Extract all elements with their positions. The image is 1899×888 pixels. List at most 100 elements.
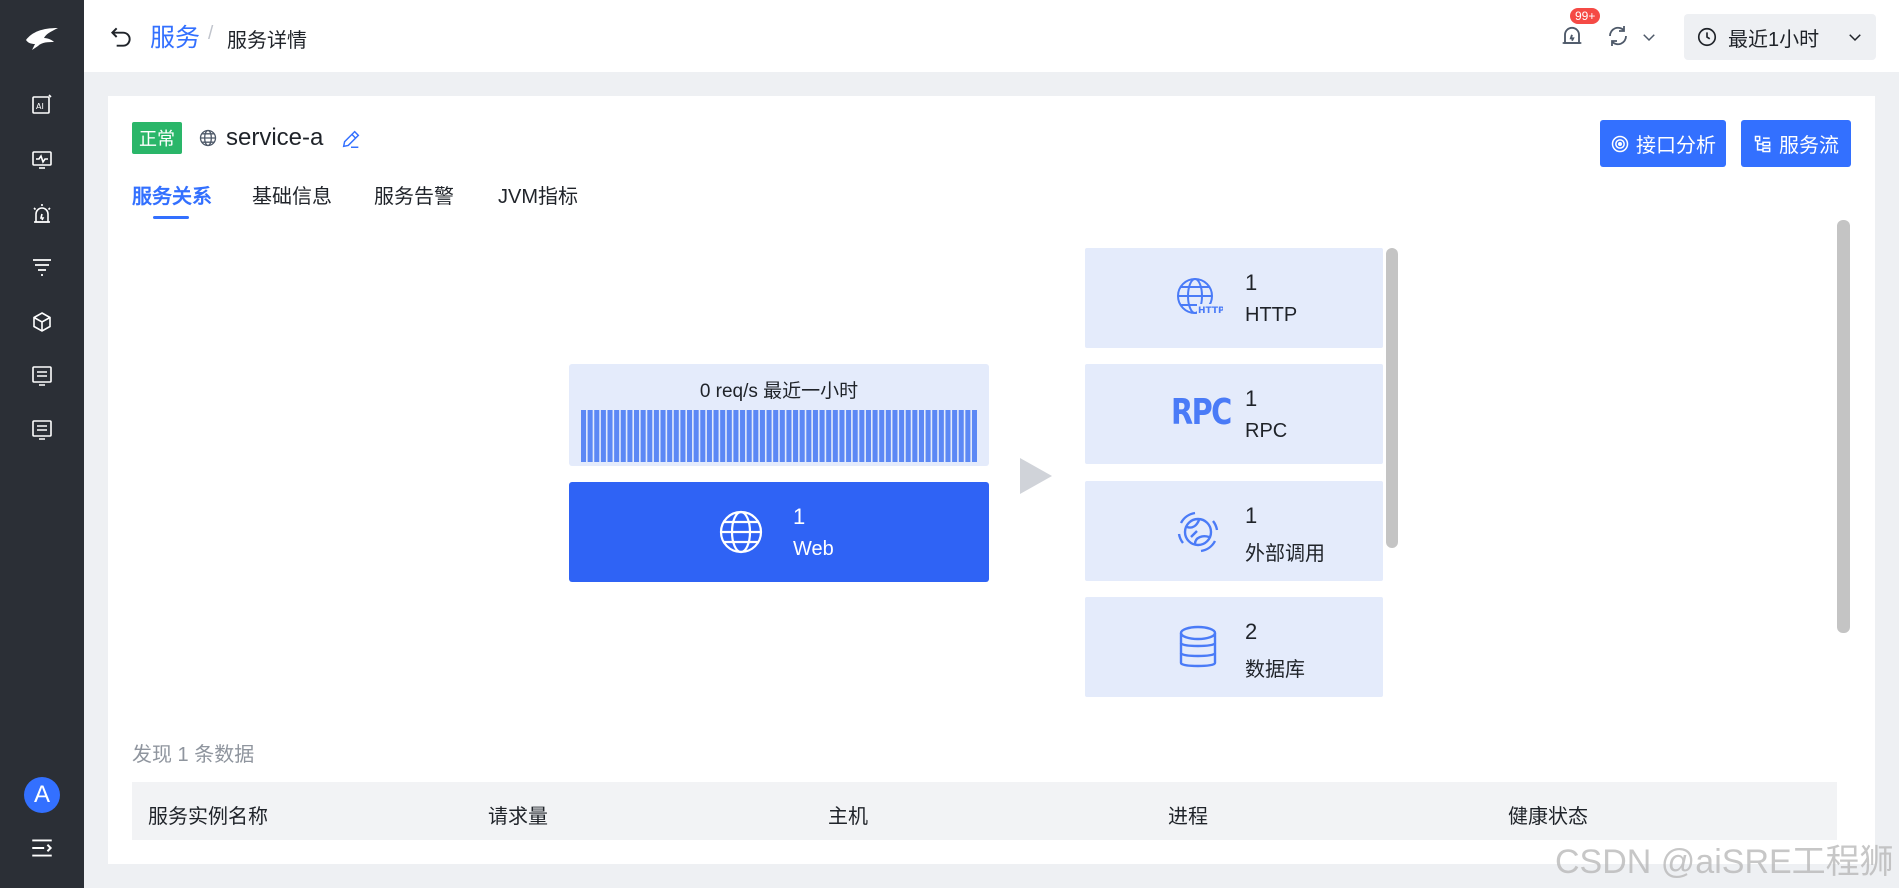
traffic-bar [687, 410, 693, 462]
tab-jvm-metrics[interactable]: JVM指标 [498, 180, 578, 209]
column-header[interactable]: 主机 [828, 800, 868, 829]
play-arrow-icon [1020, 458, 1052, 494]
svg-text:HTTP: HTTP [1198, 306, 1223, 316]
dependency-database[interactable]: 2 数据库 [1085, 597, 1383, 697]
traffic-bar [640, 410, 646, 462]
traffic-bar [965, 410, 971, 462]
chevron-down-icon [1849, 34, 1861, 42]
traffic-bar [594, 410, 600, 462]
dependency-count: 1 [1245, 503, 1258, 528]
watermark: CSDN @aiSRE工程狮 [1555, 843, 1894, 881]
traffic-bar [905, 410, 911, 462]
cube-icon [33, 312, 51, 332]
traffic-bar [918, 410, 924, 462]
filter-icon [33, 259, 51, 276]
dependency-scrollbar[interactable] [1386, 248, 1398, 548]
traffic-bar [952, 410, 958, 462]
traffic-sparkline [581, 410, 977, 462]
back-icon[interactable] [108, 24, 134, 50]
list-panel-icon [32, 366, 52, 386]
chevron-down-icon[interactable] [1640, 28, 1658, 46]
panel-scrollbar[interactable] [1837, 220, 1850, 633]
traffic-bar [680, 410, 686, 462]
traffic-bar [627, 410, 633, 462]
sidebar-item-filter[interactable] [27, 252, 57, 282]
column-header[interactable]: 进程 [1168, 800, 1208, 829]
http-globe-icon: HTTP [1177, 278, 1223, 316]
dependency-http[interactable]: HTTP 1 HTTP [1085, 248, 1383, 348]
traffic-bar [620, 410, 626, 462]
sidebar-item-list-1[interactable] [27, 361, 57, 391]
traffic-bar [740, 410, 746, 462]
edit-icon[interactable] [340, 128, 362, 150]
sidebar-item-cube[interactable] [27, 307, 57, 337]
traffic-bar [667, 410, 673, 462]
entry-node-web[interactable]: 1 Web [569, 482, 989, 582]
traffic-bar [806, 410, 812, 462]
traffic-bar [733, 410, 739, 462]
traffic-bar [839, 410, 845, 462]
traffic-bar [759, 410, 765, 462]
dependency-count: 2 [1245, 619, 1258, 644]
traffic-bar [726, 410, 732, 462]
traffic-bar [865, 410, 871, 462]
column-header[interactable]: 服务实例名称 [148, 800, 268, 829]
dependency-rpc[interactable]: RPC 1 RPC [1085, 364, 1383, 464]
traffic-bar [812, 410, 818, 462]
tab-service-relations[interactable]: 服务关系 [132, 180, 212, 209]
service-flow-button[interactable]: 服务流 [1741, 120, 1851, 167]
collapse-sidebar-icon[interactable] [29, 835, 55, 861]
alert-bell-icon[interactable] [1558, 22, 1586, 50]
traffic-bar [614, 410, 620, 462]
clock-icon [1697, 27, 1717, 47]
traffic-bar [819, 410, 825, 462]
traffic-bar [581, 410, 587, 462]
dependency-count: 1 [1245, 270, 1258, 295]
sidebar-item-list-2[interactable] [27, 415, 57, 445]
traffic-bar [938, 410, 944, 462]
traffic-bar [600, 410, 606, 462]
service-detail-card: 正常 service-a 接口分析 服务流 服务关系 基础信息 服务告警 JVM… [108, 96, 1875, 864]
interface-analysis-button[interactable]: 接口分析 [1600, 120, 1726, 167]
dependency-label: RPC [1245, 420, 1288, 442]
traffic-bar [786, 410, 792, 462]
svg-text:AI: AI [36, 102, 44, 111]
traffic-bar [799, 410, 805, 462]
top-header: 服务 / 服务详情 99+ 最近1小时 [84, 0, 1899, 72]
dependency-count: 1 [1245, 386, 1258, 411]
brand-logo[interactable] [22, 20, 62, 56]
traffic-bar [673, 410, 679, 462]
traffic-bar [932, 410, 938, 462]
breadcrumb-parent[interactable]: 服务 [150, 18, 200, 54]
traffic-bar [912, 410, 918, 462]
refresh-icon[interactable] [1606, 24, 1630, 48]
sidebar-item-ai-report[interactable]: AI [27, 90, 57, 120]
avatar[interactable]: A [24, 777, 60, 813]
column-header[interactable]: 请求量 [488, 800, 548, 829]
database-icon [1179, 625, 1217, 668]
traffic-bar [700, 410, 706, 462]
tab-service-alerts[interactable]: 服务告警 [374, 180, 454, 209]
list-panel-icon [32, 420, 52, 440]
dependency-external[interactable]: 1 外部调用 [1085, 481, 1383, 581]
traffic-bar [793, 410, 799, 462]
breadcrumb-separator: / [208, 23, 214, 44]
service-flow-label: 服务流 [1779, 135, 1839, 157]
time-range-select[interactable]: 最近1小时 [1684, 14, 1876, 60]
notification-badge: 99+ [1570, 8, 1601, 24]
traffic-bar [746, 410, 752, 462]
tab-basic-info[interactable]: 基础信息 [252, 180, 332, 209]
sidebar-item-monitor[interactable] [27, 145, 57, 175]
ai-report-icon: AI [32, 94, 52, 114]
entry-count: 1 [793, 504, 806, 529]
dependency-label: 数据库 [1245, 659, 1305, 681]
flow-tree-icon [1754, 135, 1771, 152]
traffic-bar [892, 410, 898, 462]
traffic-bar [958, 410, 964, 462]
traffic-bar [706, 410, 712, 462]
traffic-bar [693, 410, 699, 462]
sidebar-item-alerts[interactable] [27, 199, 57, 229]
traffic-bar [713, 410, 719, 462]
column-header[interactable]: 健康状态 [1508, 800, 1588, 829]
traffic-bar [872, 410, 878, 462]
